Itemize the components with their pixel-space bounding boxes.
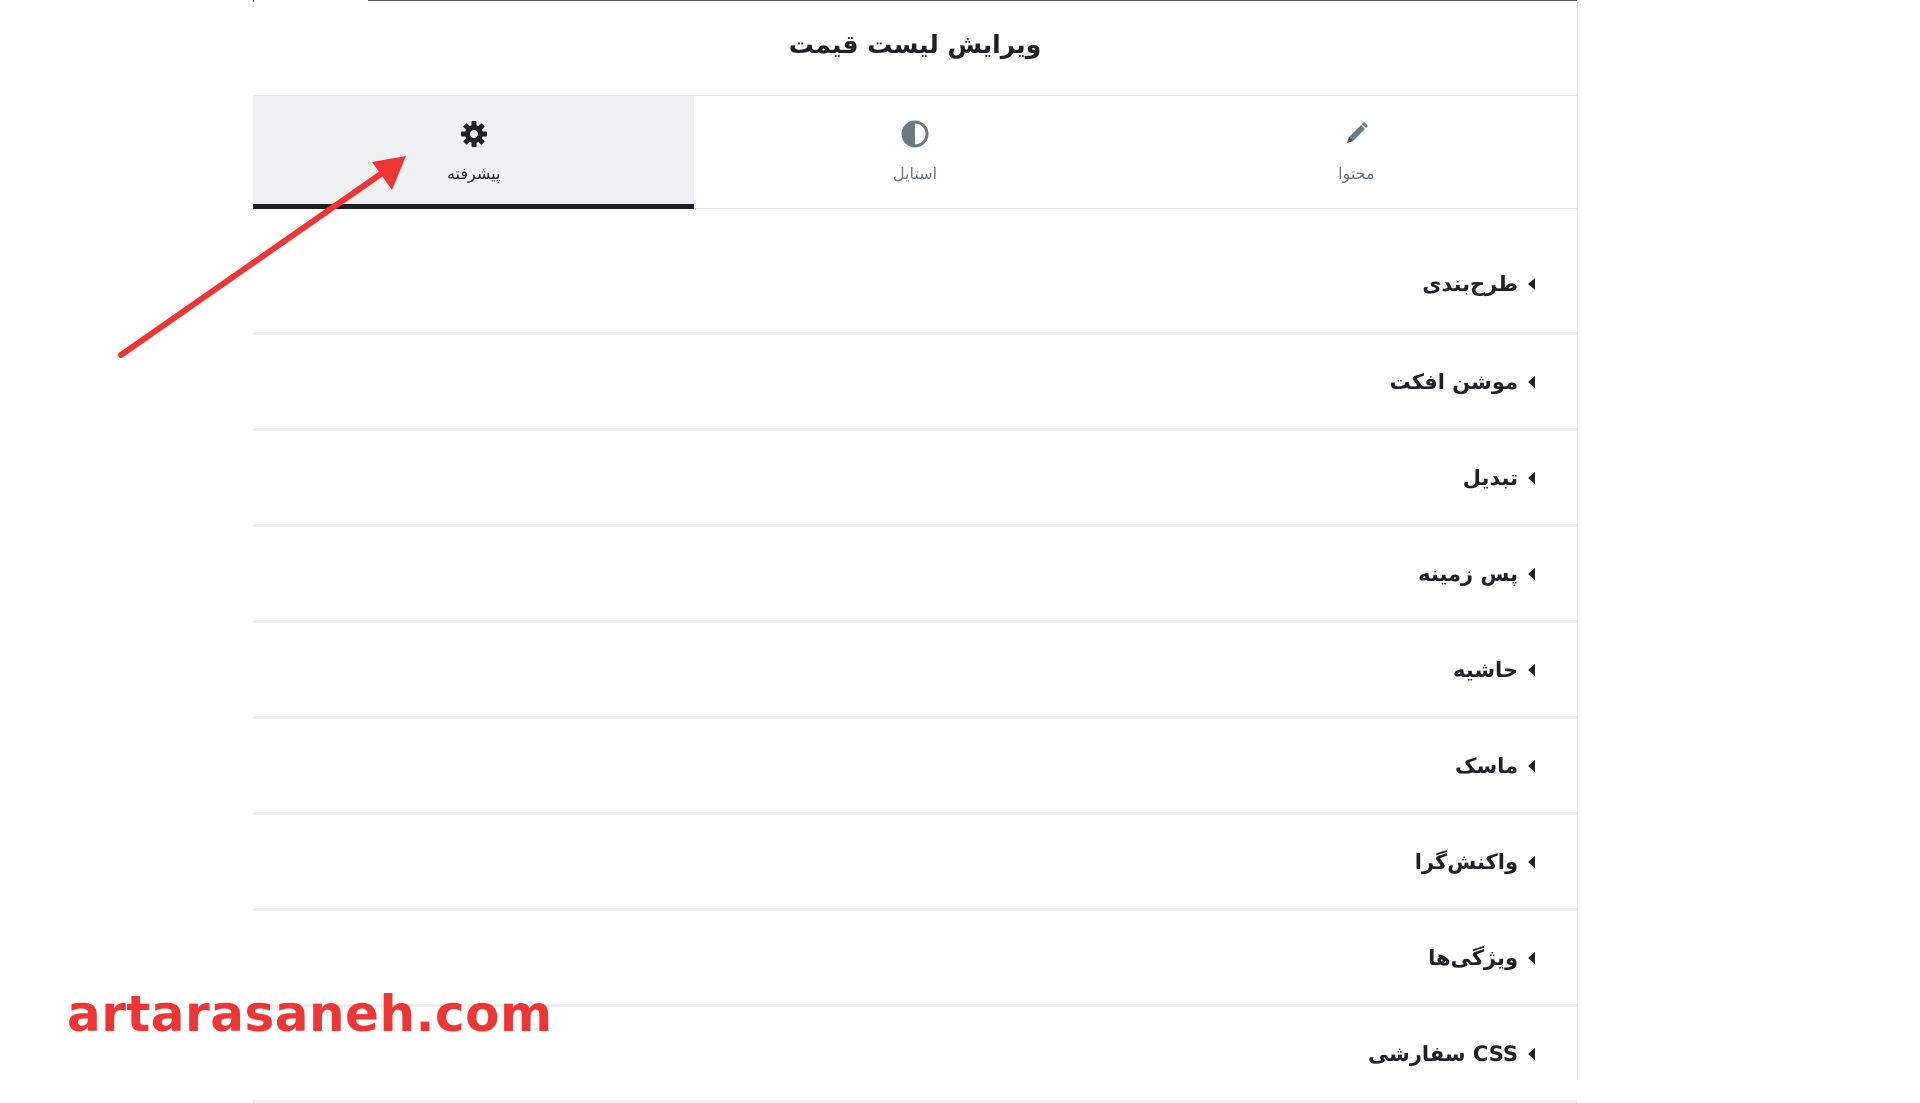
caret-left-icon <box>1528 952 1535 964</box>
section-attributes-title: ویژگی‌ها <box>1428 946 1518 970</box>
tab-style-label: استایل <box>892 164 938 183</box>
caret-left-icon <box>1528 376 1535 388</box>
section-layout[interactable]: طرح‌بندی <box>253 209 1577 335</box>
caret-left-icon <box>1528 856 1535 868</box>
section-transform[interactable]: تبدیل <box>253 431 1577 527</box>
section-motion-effects-title: موشن افکت <box>1389 370 1518 394</box>
section-layout-title: طرح‌بندی <box>1422 272 1518 296</box>
caret-left-icon <box>1528 664 1535 676</box>
section-responsive-title: واکنش‌گرا <box>1414 850 1518 874</box>
caret-left-icon <box>1528 472 1535 484</box>
tab-advanced-label: پیشرفته <box>446 164 501 183</box>
section-motion-effects[interactable]: موشن افکت <box>253 335 1577 431</box>
section-background[interactable]: پس زمینه <box>253 527 1577 623</box>
editor-panel: ویرایش لیست قیمت محتوا استایل پیشرفته طر… <box>253 0 1578 1103</box>
tab-content-label: محتوا <box>1338 164 1375 183</box>
caret-left-icon <box>1528 278 1535 290</box>
section-custom-css-title: CSS سفارشی <box>1367 1042 1518 1066</box>
panel-title: ویرایش لیست قیمت <box>253 0 1577 96</box>
pencil-icon <box>1347 122 1369 143</box>
section-list: طرح‌بندی موشن افکت تبدیل پس زمینه حا <box>253 209 1577 1103</box>
section-mask[interactable]: ماسک <box>253 719 1577 815</box>
section-transform-title: تبدیل <box>1462 466 1518 490</box>
caret-left-icon <box>1528 760 1535 772</box>
tab-bar: محتوا استایل پیشرفته <box>253 96 1577 209</box>
caret-left-icon <box>1528 568 1535 580</box>
section-background-title: پس زمینه <box>1418 562 1518 586</box>
section-border[interactable]: حاشیه <box>253 623 1577 719</box>
section-responsive[interactable]: واکنش‌گرا <box>253 815 1577 911</box>
section-mask-title: ماسک <box>1454 754 1518 778</box>
gear-icon <box>460 121 487 147</box>
tab-style[interactable]: استایل <box>694 96 1135 208</box>
section-border-title: حاشیه <box>1453 658 1518 682</box>
caret-left-icon <box>1528 1048 1535 1060</box>
watermark-text: artarasaneh.com <box>67 985 553 1043</box>
tab-content[interactable]: محتوا <box>1136 96 1577 208</box>
tab-advanced[interactable]: پیشرفته <box>253 96 695 209</box>
half-circle-icon <box>901 120 929 148</box>
